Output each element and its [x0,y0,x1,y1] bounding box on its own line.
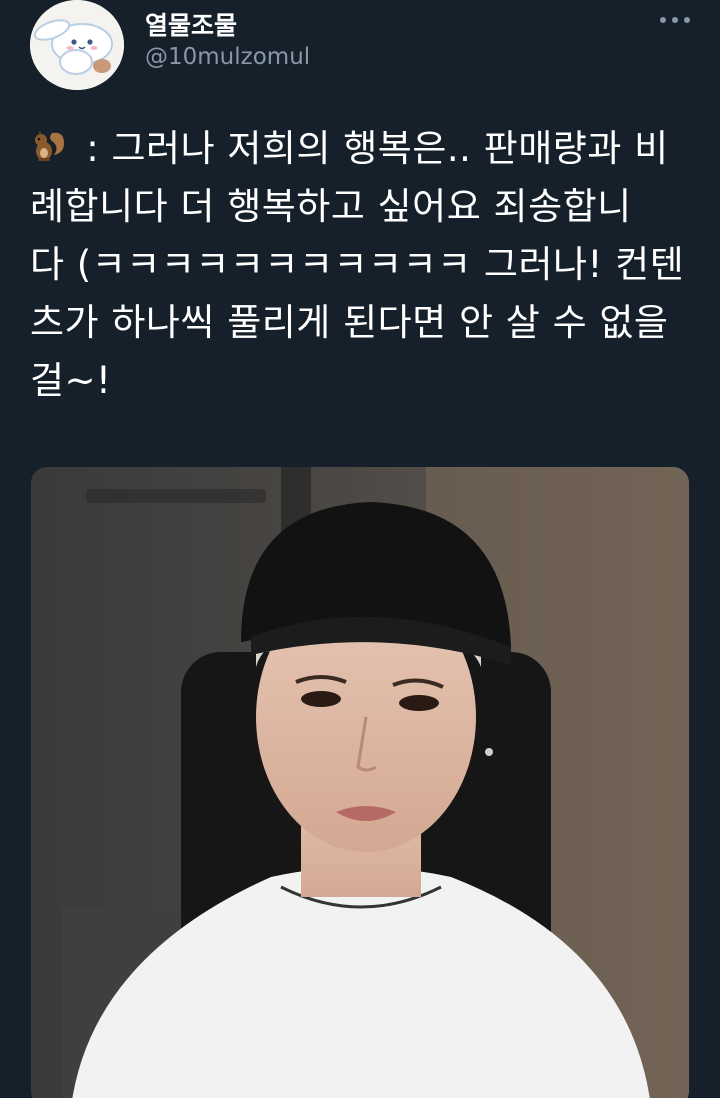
author-handle[interactable]: @10mulzomul [145,44,310,70]
tweet-text-line: : 그러나 저희의 행복은.. 판매량과 비 [30,120,695,178]
more-dots-icon[interactable] [658,10,692,30]
squirrel-icon [35,131,64,161]
tweet-text-line-4: 츠가 하나씩 풀리게 된다면 안 살 수 없을 [30,301,669,344]
tweet-text-line-1: : 그러나 저희의 행복은.. 판매량과 비 [74,127,669,170]
cinnamoroll-avatar-icon [30,0,124,90]
tweet-text: : 그러나 저희의 행복은.. 판매량과 비 례합니다 더 행복하고 싶어요 죄… [30,120,695,410]
photo-illustration [31,467,689,1098]
author-display-name[interactable]: 열물조물 [145,6,237,42]
tweet-media-photo[interactable] [31,467,689,1098]
tweet-text-line-5: 걸~! [30,359,112,402]
tweet-text-line-3: 다 (ㅋㅋㅋㅋㅋㅋㅋㅋㅋㅋㅋ 그러나! 컨텐 [30,243,685,286]
tweet-text-line-2: 례합니다 더 행복하고 싶어요 죄송합니 [30,185,632,228]
author-avatar[interactable] [30,0,124,90]
tweet: 열물조물 @10mulzomul : 그러나 저희의 행복은.. 판매량과 비 … [0,0,720,1098]
